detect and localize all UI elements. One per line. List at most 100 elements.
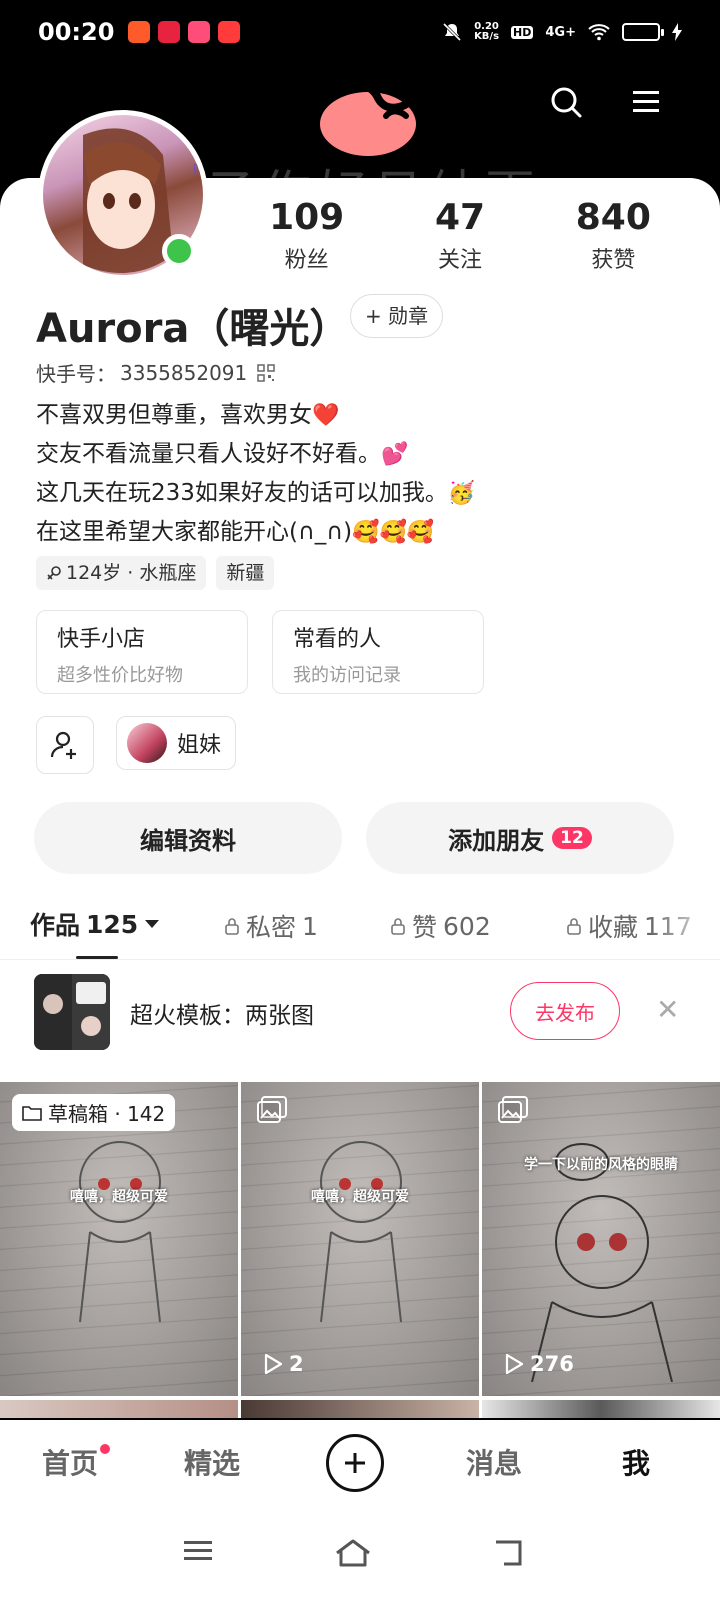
- app-notification-icon: [158, 21, 181, 43]
- work-tile-partial[interactable]: [0, 1400, 238, 1418]
- bio: 不喜双男但尊重，喜欢男女❤️ 交友不看流量只看人设好不好看。💕 这几天在玩233…: [36, 396, 475, 552]
- work-tile[interactable]: 学一下以前的风格的眼睛 276: [482, 1082, 720, 1396]
- app-notification-icon: [218, 21, 241, 43]
- add-person-icon[interactable]: [36, 716, 94, 774]
- add-friend-button[interactable]: 添加朋友 12: [366, 802, 674, 874]
- app-notification-icon: [188, 21, 211, 43]
- stat-likes[interactable]: 840 获赞: [537, 196, 690, 274]
- status-indicators: 0.20 KB/s HD 4G+: [442, 22, 682, 42]
- play-count: 276: [504, 1352, 574, 1376]
- gender-icon: [47, 566, 61, 580]
- stat-label: 关注: [437, 248, 482, 273]
- stat-label: 获赞: [591, 248, 636, 273]
- party-emoji-icon: 🥳: [447, 481, 476, 506]
- menu-icon[interactable]: [626, 82, 666, 122]
- group-avatar: [127, 723, 167, 763]
- play-count: 2: [263, 1352, 304, 1376]
- stat-value: 47: [434, 197, 486, 238]
- profile-card: 109 粉丝 47 关注 840 获赞 Aurora（曙光） + 勋章 快手号：…: [0, 178, 720, 1418]
- profile-tags: 124岁 · 水瓶座 新疆: [36, 556, 275, 590]
- play-icon: [264, 1353, 283, 1375]
- promo-text: 超火模板：两张图: [130, 1003, 314, 1029]
- teapot-art-icon: [320, 79, 418, 156]
- bio-line: 这几天在玩233如果好友的话可以加我。🥳: [36, 474, 475, 513]
- online-status-dot: [162, 234, 196, 268]
- feature-cards: 快手小店 超多性价比好物 常看的人 我的访问记录: [36, 610, 484, 694]
- bottom-nav: 首页 精选 消息 我: [0, 1420, 720, 1600]
- recent-apps-icon[interactable]: [182, 1538, 214, 1564]
- group-row: 姐妹: [36, 716, 237, 774]
- image-gallery-icon: [257, 1096, 287, 1123]
- stat-label: 粉丝: [284, 248, 329, 273]
- app-notification-icon: [128, 21, 151, 43]
- sketch-image: [531, 1143, 673, 1382]
- home-notification-dot: [100, 1444, 110, 1454]
- work-tile[interactable]: 嘻嘻，超级可爱 2: [241, 1082, 479, 1396]
- signal-label: 4G+: [545, 24, 576, 40]
- action-buttons: 编辑资料 添加朋友 12: [34, 802, 674, 874]
- stat-followers[interactable]: 109 粉丝: [230, 196, 383, 274]
- stat-following[interactable]: 47 关注: [383, 196, 536, 274]
- plus-icon: [345, 1453, 365, 1473]
- visitors-card[interactable]: 常看的人 我的访问记录: [272, 610, 484, 694]
- create-post-button[interactable]: [326, 1434, 384, 1492]
- folder-icon: [22, 1105, 42, 1121]
- caret-down-icon: [145, 920, 160, 928]
- stat-value: 840: [575, 197, 651, 238]
- drafts-pill[interactable]: 草稿箱 · 142: [12, 1094, 176, 1131]
- tag-age: 124岁 · 水瓶座: [36, 556, 207, 590]
- tag-location: 新疆: [216, 556, 275, 590]
- battery-icon: [622, 23, 664, 41]
- bio-line: 不喜双男但尊重，喜欢男女❤️: [36, 396, 475, 435]
- wifi-icon: [588, 24, 610, 41]
- qr-code-icon[interactable]: [257, 363, 275, 382]
- medal-button[interactable]: + 勋章: [350, 294, 444, 338]
- nav-home[interactable]: 首页: [42, 1442, 98, 1482]
- search-icon[interactable]: [546, 82, 586, 122]
- home-icon[interactable]: [334, 1538, 372, 1568]
- promo-thumbnail[interactable]: [34, 974, 110, 1050]
- tab-works[interactable]: 作品 125: [30, 906, 160, 942]
- tile-caption: 学一下以前的风格的眼睛: [524, 1157, 678, 1173]
- tile-caption: 嘻嘻，超级可爱: [311, 1189, 409, 1205]
- mute-icon: [443, 22, 462, 42]
- edit-profile-button[interactable]: 编辑资料: [34, 802, 342, 874]
- nav-messages[interactable]: 消息: [466, 1442, 522, 1482]
- add-friend-badge: 12: [552, 827, 592, 849]
- lock-icon: [391, 918, 405, 935]
- content-tabs: 作品125 私密1 赞602 收藏117: [0, 898, 720, 960]
- play-icon: [505, 1353, 524, 1375]
- bio-line: 交友不看流量只看人设好不好看。💕: [36, 435, 475, 474]
- close-icon[interactable]: ✕: [656, 996, 679, 1024]
- tile-caption: 嘻嘻，超级可爱: [70, 1189, 168, 1205]
- image-gallery-icon: [498, 1096, 528, 1123]
- work-tile[interactable]: 嘻嘻，超级可爱 草稿箱 · 142: [0, 1082, 238, 1396]
- work-tile-partial[interactable]: [241, 1400, 479, 1418]
- kuaishou-id-row[interactable]: 快手号： 3355852091: [36, 358, 275, 387]
- tabs-fade: [650, 898, 720, 958]
- nickname: Aurora（曙光）: [36, 306, 350, 352]
- net-speed: 0.20 KB/s: [474, 21, 500, 42]
- group-name: 姐妹: [177, 733, 222, 758]
- tab-liked[interactable]: 赞 602: [390, 908, 491, 944]
- back-icon[interactable]: [494, 1538, 526, 1568]
- bio-line: 在这里希望大家都能开心(∩_∩)🥰🥰🥰: [36, 513, 475, 552]
- sketch-image: [320, 1141, 402, 1323]
- tab-private[interactable]: 私密 1: [224, 908, 318, 944]
- sketch-image: [79, 1141, 161, 1323]
- template-promo: 超火模板：两张图 去发布 ✕: [0, 962, 720, 1066]
- charging-icon: [672, 23, 682, 41]
- publish-button[interactable]: 去发布: [510, 982, 620, 1040]
- status-bar: 00:20 0.20 KB/s HD 4G+: [0, 0, 720, 64]
- kuaishou-id: 3355852091: [120, 360, 248, 385]
- shop-card[interactable]: 快手小店 超多性价比好物: [36, 610, 248, 694]
- profile-stats: 109 粉丝 47 关注 840 获赞: [230, 196, 690, 274]
- notification-icons: [128, 21, 241, 43]
- active-tab-indicator: [76, 956, 118, 959]
- group-chip[interactable]: 姐妹: [116, 716, 237, 770]
- nav-featured[interactable]: 精选: [184, 1442, 240, 1482]
- nav-me[interactable]: 我: [622, 1442, 650, 1482]
- stat-value: 109: [269, 197, 345, 238]
- lock-icon: [567, 918, 581, 935]
- work-tile-partial[interactable]: [482, 1400, 720, 1418]
